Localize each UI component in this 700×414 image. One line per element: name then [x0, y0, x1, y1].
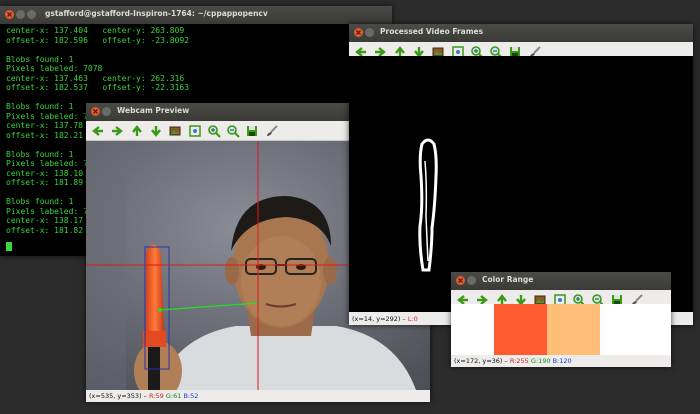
close-button[interactable] — [456, 276, 465, 285]
pixel-coords: (x=172, y=36) — [454, 357, 503, 365]
red-value: R:59 — [149, 392, 164, 400]
window-title: Processed Video Frames — [380, 27, 484, 36]
brush-button[interactable] — [265, 123, 279, 137]
terminal-line: Pixels labeled: 7 — [6, 159, 88, 168]
terminal-line: offset-x: 182.537 offset-y: -22.3163 — [6, 83, 190, 92]
color-range-window: Color Range (x=172, y=36) – R:255 G:190 … — [451, 272, 671, 367]
close-button[interactable] — [91, 107, 100, 116]
close-icon — [356, 30, 361, 35]
arrow-up-button[interactable] — [130, 123, 144, 137]
zoom-fit-button[interactable] — [188, 123, 202, 137]
terminal-line: center-x: 138.17 — [6, 216, 84, 225]
zoom-in-button[interactable] — [207, 123, 221, 138]
terminal-line: Blobs found: 1 — [6, 149, 74, 159]
color-range-titlebar[interactable]: Color Range — [451, 272, 671, 291]
terminal-line: Blobs found: 1 — [6, 102, 74, 111]
minimize-button[interactable] — [467, 276, 476, 285]
close-button[interactable] — [5, 10, 14, 19]
arrow-down-icon — [150, 126, 161, 137]
terminal-line: Blobs found: 1 — [6, 54, 74, 64]
terminal-line: offset-x: 182.21 — [6, 130, 84, 140]
terminal-line: offset-x: 182.596 offset-y: -23.8092 — [6, 35, 190, 45]
terminal-line: center-x: 137.78 — [6, 121, 84, 130]
zoom-fit-icon — [188, 125, 201, 137]
close-icon — [458, 278, 463, 283]
zoom-in-icon — [207, 125, 221, 138]
arrow-right-button[interactable] — [110, 123, 124, 137]
terminal-titlebar[interactable]: gstafford@gstafford-Inspiron-1764: ~/cpp… — [0, 6, 392, 25]
window-title: Webcam Preview — [117, 106, 190, 115]
green-value: G:61 — [165, 392, 182, 400]
terminal-line: Pixels labeled: 7078 — [6, 64, 103, 73]
zoom-out-button[interactable] — [226, 123, 240, 138]
high-color-swatch — [547, 304, 600, 356]
minimize-button[interactable] — [16, 10, 25, 19]
minimize-button[interactable] — [365, 28, 374, 37]
terminal-line: offset-x: 181.89 — [6, 178, 84, 187]
save-icon — [247, 126, 258, 136]
close-icon — [93, 109, 98, 114]
terminal-line: Pixels labeled: 7 — [6, 206, 88, 216]
zoom-out-icon — [227, 125, 240, 138]
save-button[interactable] — [245, 123, 259, 137]
terminal-line: center-x: 137.463 center-y: 262.316 — [6, 73, 185, 83]
red-value: R:255 — [509, 357, 529, 365]
arrow-up-icon — [131, 125, 142, 136]
blue-value: B:120 — [552, 357, 572, 365]
close-button[interactable] — [354, 28, 363, 37]
terminal-line: Pixels labeled: 7 — [6, 111, 88, 121]
window-title: gstafford@gstafford-Inspiron-1764: ~/cpp… — [45, 9, 268, 18]
arrow-left-button[interactable] — [91, 123, 105, 137]
pixel-coords: (x=535, y=353) — [89, 392, 142, 400]
blue-value: B:52 — [183, 392, 199, 400]
terminal-line: offset-x: 181.82 — [6, 225, 84, 235]
arrow-down-button[interactable] — [149, 123, 163, 137]
maximize-button[interactable] — [27, 10, 36, 19]
pixel-coords: (x=14, y=292) — [352, 315, 401, 323]
close-icon — [7, 12, 12, 17]
terminal-line: center-x: 138.10 — [6, 168, 84, 178]
terminal-line: center-x: 137.404 center-y: 263.809 — [6, 26, 185, 35]
terminal-cursor — [6, 242, 12, 251]
color-range-image[interactable] — [451, 304, 671, 356]
luminance-value: L:0 — [407, 315, 418, 323]
webcam-status-bar: (x=535, y=353) – R:59 G:61 B:52 — [86, 390, 430, 402]
arrow-left-icon — [92, 126, 103, 136]
green-value: G:190 — [530, 357, 551, 365]
terminal-line: Blobs found: 1 — [6, 197, 74, 206]
processed-titlebar[interactable]: Processed Video Frames — [349, 24, 693, 43]
low-color-swatch — [494, 304, 547, 356]
minimize-button[interactable] — [102, 107, 111, 116]
image-button[interactable] — [168, 123, 182, 137]
color-range-status-bar: (x=172, y=36) – R:255 G:190 B:120 — [451, 355, 671, 367]
image-icon — [169, 126, 181, 136]
window-title: Color Range — [482, 275, 534, 284]
arrow-right-icon — [112, 126, 124, 136]
brush-icon — [266, 125, 278, 136]
